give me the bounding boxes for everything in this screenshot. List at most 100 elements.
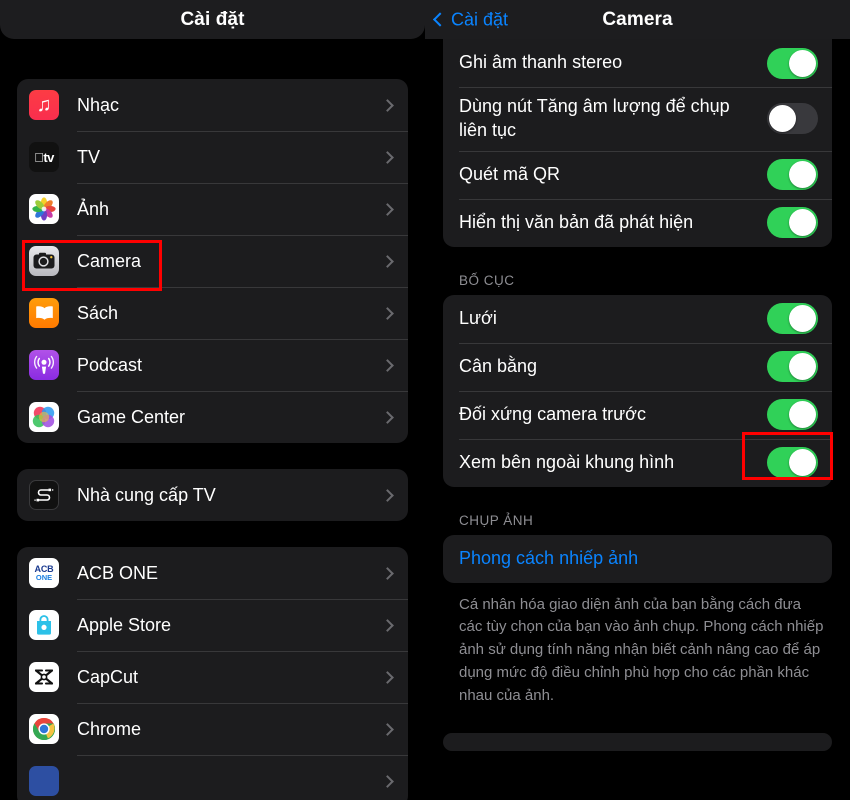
setting-label: Lưới (459, 307, 497, 328)
settings-group-tv-provider: Nhà cung cấp TV (17, 469, 408, 521)
toggle-qr-scan[interactable] (767, 159, 818, 190)
list-item-label: Ảnh (77, 198, 110, 219)
back-button-label: Cài đặt (451, 9, 509, 29)
setting-row-grid[interactable]: Lưới (443, 295, 832, 343)
books-icon (29, 298, 59, 328)
left-nav-title: Cài đặt (180, 8, 245, 30)
list-item[interactable]: Game Center (17, 391, 408, 443)
list-item[interactable]: ♫ Nhạc (17, 79, 408, 131)
setting-row-qr-scan[interactable]: Quét mã QR (443, 150, 832, 199)
toggle-knob (769, 105, 796, 133)
music-icon: ♫ (29, 90, 59, 120)
dual-pane-screenshot: Cài đặt ♫ Nhạc tv TV (0, 0, 850, 800)
setting-row-volume-burst[interactable]: Dùng nút Tăng âm lượng để chụp liên tục (443, 87, 832, 151)
list-item-label: CapCut (77, 666, 139, 687)
back-button[interactable]: Cài đặt (432, 9, 509, 30)
list-item-label: Sách (77, 302, 119, 323)
sidebar-item-camera[interactable]: Camera (17, 235, 408, 287)
camera-group-photo: Phong cách nhiếp ảnh (443, 534, 832, 583)
settings-group-third-party: ACB ONE ACB ONE Apple Store CapCut Chrom… (17, 547, 408, 800)
list-item[interactable]: tv TV (17, 131, 408, 183)
chevron-right-icon (381, 618, 394, 632)
toggle-volume-burst[interactable] (767, 103, 818, 135)
toggle-knob (789, 353, 816, 380)
capcut-icon (29, 662, 59, 692)
list-item[interactable]: Ảnh (17, 183, 408, 235)
setting-row-mirror-front-camera[interactable]: Đối xứng camera trước (443, 390, 832, 439)
chevron-right-icon (381, 566, 394, 580)
setting-label: Hiển thị văn bản đã phát hiện (459, 211, 694, 232)
setting-row-view-outside-frame[interactable]: Xem bên ngoài khung hình (443, 438, 832, 487)
list-item-label: TV (77, 146, 101, 167)
chrome-icon (29, 714, 59, 744)
list-item-label: Apple Store (77, 614, 172, 635)
toggle-stereo-audio[interactable] (767, 47, 818, 79)
toggle-knob (789, 209, 816, 236)
toggle-knob (789, 161, 816, 188)
list-item[interactable]: CapCut (17, 651, 408, 703)
appletv-icon: tv (29, 142, 59, 172)
left-scroll-area[interactable]: ♫ Nhạc tv TV (0, 39, 425, 800)
setting-label: Ghi âm thanh stereo (459, 52, 623, 73)
toggle-detected-text[interactable] (767, 207, 818, 238)
list-item[interactable]: Sách (17, 287, 408, 339)
toggle-level[interactable] (767, 351, 818, 382)
list-item[interactable]: ACB ONE ACB ONE (17, 547, 408, 599)
list-item[interactable]: Podcast (17, 339, 408, 391)
setting-row-detected-text[interactable]: Hiển thị văn bản đã phát hiện (443, 198, 832, 247)
list-item[interactable]: Nhà cung cấp TV (17, 469, 408, 521)
chevron-right-icon (381, 670, 394, 684)
chevron-right-icon (381, 774, 394, 788)
photographic-styles-label: Phong cách nhiếp ảnh (459, 547, 639, 568)
setting-label: Cân bằng (459, 355, 538, 376)
list-item-label: ACB ONE (77, 562, 159, 583)
gamecenter-icon (29, 402, 59, 432)
chevron-right-icon (381, 150, 394, 164)
setting-row-photographic-styles[interactable]: Phong cách nhiếp ảnh (443, 535, 832, 583)
chevron-right-icon (381, 202, 394, 216)
applestore-icon (29, 610, 59, 640)
list-item-label: Podcast (77, 354, 143, 375)
list-item-label: Game Center (77, 406, 186, 427)
list-item[interactable]: Apple Store (17, 599, 408, 651)
toggle-knob (789, 49, 816, 77)
chevron-right-icon (381, 722, 394, 736)
chevron-right-icon (381, 306, 394, 320)
right-scroll-area[interactable]: Ghi âm thanh stereo Dùng nút Tăng âm lượ… (425, 39, 850, 800)
app-icon-partial (29, 766, 59, 796)
toggle-knob (789, 305, 816, 332)
chevron-right-icon (381, 410, 394, 424)
photos-icon (29, 194, 59, 224)
chevron-left-icon (432, 12, 448, 27)
toggle-mirror-front-camera[interactable] (767, 399, 818, 430)
setting-label: Xem bên ngoài khung hình (459, 451, 675, 472)
acbone-icon: ACB ONE (29, 558, 59, 588)
setting-row-level[interactable]: Cân bằng (443, 342, 832, 391)
setting-label: Dùng nút Tăng âm lượng để chụp liên tục (459, 96, 730, 140)
camera-group-top: Ghi âm thanh stereo Dùng nút Tăng âm lượ… (443, 39, 832, 247)
sidebar-item-label: Camera (77, 250, 142, 271)
chevron-right-icon (381, 98, 394, 112)
camera-group-layout: Lưới Cân bằng Đối xứng camera trước Xem … (443, 294, 832, 487)
toggle-knob (789, 449, 816, 476)
right-navbar: Cài đặt Camera (425, 0, 850, 39)
setting-label: Quét mã QR (459, 163, 561, 184)
camera-group-next-partial (443, 733, 832, 752)
list-item[interactable]: Chrome (17, 703, 408, 755)
section-header-photo-capture: CHỤP ẢNH (459, 512, 534, 528)
setting-row-stereo-audio[interactable]: Ghi âm thanh stereo (443, 39, 832, 87)
camera-icon (29, 246, 59, 276)
chevron-right-icon (381, 358, 394, 372)
settings-list-panel: Cài đặt ♫ Nhạc tv TV (0, 0, 425, 800)
chevron-right-icon (381, 488, 394, 502)
podcast-icon (29, 350, 59, 380)
photographic-styles-description: Cá nhân hóa giao diện ảnh của bạn bằng c… (459, 595, 824, 704)
toggle-grid[interactable] (767, 303, 818, 334)
section-header-layout: BỐ CỤC (459, 272, 515, 288)
settings-group-apple-apps: ♫ Nhạc tv TV (17, 79, 408, 443)
list-item-label: Nhạc (77, 94, 120, 115)
list-item-partial[interactable] (17, 755, 408, 800)
list-item-label: Nhà cung cấp TV (77, 484, 216, 505)
toggle-view-outside-frame[interactable] (767, 447, 818, 478)
toggle-knob (789, 401, 816, 428)
